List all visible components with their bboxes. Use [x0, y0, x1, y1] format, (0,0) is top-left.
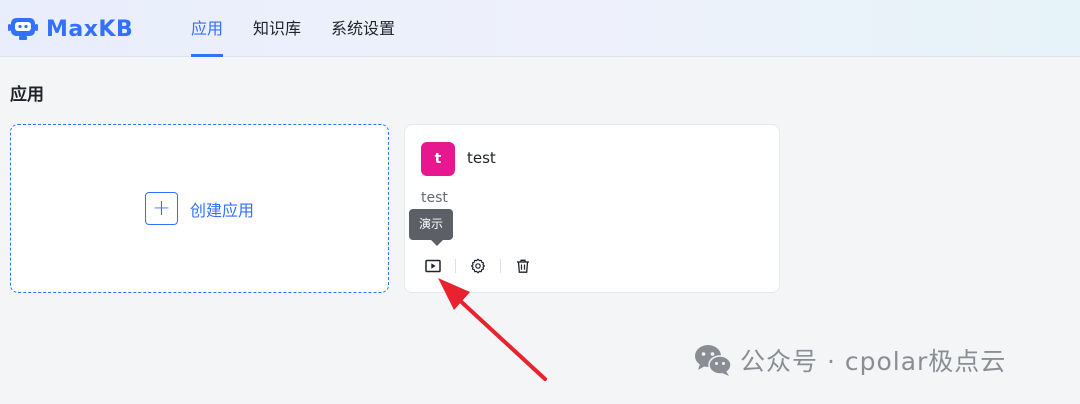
plus-icon: +	[144, 192, 178, 225]
logo[interactable]: MaxKB	[8, 14, 133, 44]
watermark: 公众号 · cpolar极点云	[694, 340, 1006, 380]
gear-icon	[471, 258, 485, 274]
app-description: test	[421, 190, 448, 206]
nav-item-settings[interactable]: 系统设置	[331, 0, 395, 57]
app-name: test	[467, 149, 496, 167]
app-card[interactable]: t test test 演示	[404, 124, 780, 293]
create-app-label: 创建应用	[189, 200, 254, 220]
settings-button[interactable]	[466, 255, 490, 277]
create-app-card[interactable]: + 创建应用	[10, 124, 389, 293]
main-nav: 应用 知识库 系统设置	[183, 0, 425, 57]
app-actions	[421, 255, 535, 277]
app-avatar: t	[421, 142, 455, 176]
nav-item-apps[interactable]: 应用	[183, 0, 224, 57]
robot-logo-icon	[8, 18, 38, 40]
create-app-content: + 创建应用	[144, 192, 254, 225]
demo-button[interactable]	[421, 255, 445, 277]
action-divider	[500, 259, 501, 273]
action-divider	[455, 259, 456, 273]
delete-button[interactable]	[511, 255, 535, 277]
page-title: 应用	[10, 85, 44, 105]
top-header: MaxKB 应用 知识库 系统设置	[0, 0, 1080, 57]
nav-item-knowledge[interactable]: 知识库	[253, 0, 301, 57]
play-icon	[425, 259, 441, 273]
logo-text: MaxKB	[46, 16, 134, 42]
wechat-icon	[695, 345, 732, 376]
demo-tooltip: 演示	[409, 209, 454, 246]
trash-icon	[517, 259, 529, 273]
watermark-text: 公众号 · cpolar极点云	[740, 347, 1007, 376]
